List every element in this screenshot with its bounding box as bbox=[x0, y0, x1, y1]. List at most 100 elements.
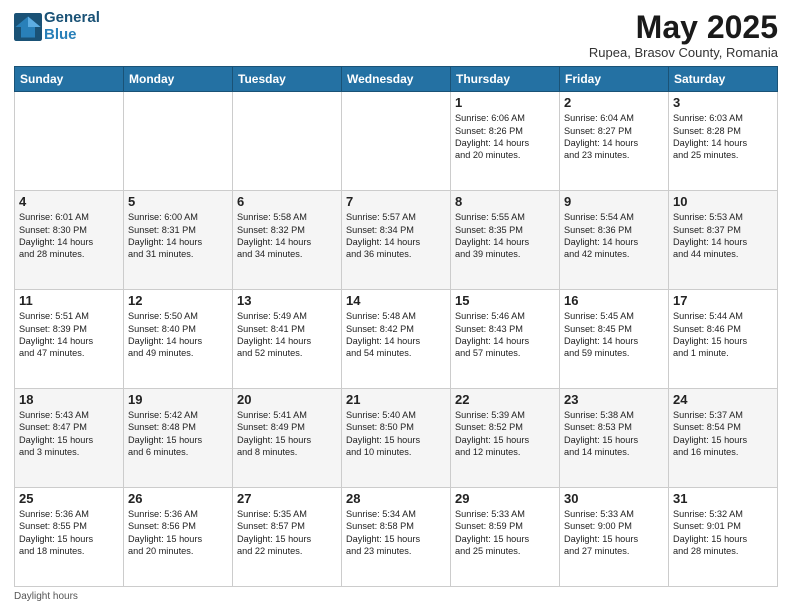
calendar-cell: 28 Sunrise: 5:34 AM Sunset: 8:58 PM Dayli… bbox=[342, 488, 451, 587]
col-wednesday: Wednesday bbox=[342, 67, 451, 92]
calendar-cell bbox=[233, 92, 342, 191]
day-number: 3 bbox=[673, 95, 773, 110]
day-number: 17 bbox=[673, 293, 773, 308]
header: General Blue May 2025 Rupea, Brasov Coun… bbox=[14, 10, 778, 60]
day-number: 4 bbox=[19, 194, 119, 209]
calendar-cell: 7 Sunrise: 5:57 AM Sunset: 8:34 PM Daylig… bbox=[342, 191, 451, 290]
calendar-cell: 2Sunrise: 6:04 AM Sunset: 8:27 PM Daylig… bbox=[560, 92, 669, 191]
calendar-cell: 23 Sunrise: 5:38 AM Sunset: 8:53 PM Dayli… bbox=[560, 389, 669, 488]
day-number: 22 bbox=[455, 392, 555, 407]
day-number: 19 bbox=[128, 392, 228, 407]
day-number: 6 bbox=[237, 194, 337, 209]
calendar-cell: 12 Sunrise: 5:50 AM Sunset: 8:40 PM Dayli… bbox=[124, 290, 233, 389]
calendar-cell: 22 Sunrise: 5:39 AM Sunset: 8:52 PM Dayli… bbox=[451, 389, 560, 488]
day-number: 9 bbox=[564, 194, 664, 209]
day-number: 23 bbox=[564, 392, 664, 407]
day-info: Sunrise: 5:49 AM Sunset: 8:41 PM Dayligh… bbox=[237, 310, 337, 360]
calendar-cell: 4 Sunrise: 6:01 AM Sunset: 8:30 PM Daylig… bbox=[15, 191, 124, 290]
calendar-cell bbox=[124, 92, 233, 191]
day-info: Sunrise: 5:57 AM Sunset: 8:34 PM Dayligh… bbox=[346, 211, 446, 261]
calendar-table: Sunday Monday Tuesday Wednesday Thursday… bbox=[14, 66, 778, 587]
day-info: Sunrise: 5:54 AM Sunset: 8:36 PM Dayligh… bbox=[564, 211, 664, 261]
week-row-3: 11 Sunrise: 5:51 AM Sunset: 8:39 PM Dayli… bbox=[15, 290, 778, 389]
day-number: 11 bbox=[19, 293, 119, 308]
col-monday: Monday bbox=[124, 67, 233, 92]
calendar-cell: 19 Sunrise: 5:42 AM Sunset: 8:48 PM Dayli… bbox=[124, 389, 233, 488]
day-number: 21 bbox=[346, 392, 446, 407]
day-info: Sunrise: 5:36 AM Sunset: 8:56 PM Dayligh… bbox=[128, 508, 228, 558]
day-info: Sunrise: 5:39 AM Sunset: 8:52 PM Dayligh… bbox=[455, 409, 555, 459]
day-info: Sunrise: 5:33 AM Sunset: 8:59 PM Dayligh… bbox=[455, 508, 555, 558]
month-title: May 2025 bbox=[589, 10, 778, 45]
day-info: Sunrise: 5:58 AM Sunset: 8:32 PM Dayligh… bbox=[237, 211, 337, 261]
day-number: 29 bbox=[455, 491, 555, 506]
day-info: Sunrise: 5:38 AM Sunset: 8:53 PM Dayligh… bbox=[564, 409, 664, 459]
day-info: Sunrise: 5:51 AM Sunset: 8:39 PM Dayligh… bbox=[19, 310, 119, 360]
col-saturday: Saturday bbox=[669, 67, 778, 92]
calendar-cell: 11 Sunrise: 5:51 AM Sunset: 8:39 PM Dayli… bbox=[15, 290, 124, 389]
header-row: Sunday Monday Tuesday Wednesday Thursday… bbox=[15, 67, 778, 92]
week-row-4: 18Sunrise: 5:43 AM Sunset: 8:47 PM Dayli… bbox=[15, 389, 778, 488]
calendar-cell bbox=[15, 92, 124, 191]
calendar-cell: 14 Sunrise: 5:48 AM Sunset: 8:42 PM Dayli… bbox=[342, 290, 451, 389]
day-info: Sunrise: 5:35 AM Sunset: 8:57 PM Dayligh… bbox=[237, 508, 337, 558]
day-number: 30 bbox=[564, 491, 664, 506]
calendar-cell: 6 Sunrise: 5:58 AM Sunset: 8:32 PM Daylig… bbox=[233, 191, 342, 290]
day-info: Sunrise: 5:48 AM Sunset: 8:42 PM Dayligh… bbox=[346, 310, 446, 360]
footer-note: Daylight hours bbox=[14, 591, 778, 602]
week-row-1: 1Sunrise: 6:06 AM Sunset: 8:26 PM Daylig… bbox=[15, 92, 778, 191]
col-sunday: Sunday bbox=[15, 67, 124, 92]
day-info: Sunrise: 5:45 AM Sunset: 8:45 PM Dayligh… bbox=[564, 310, 664, 360]
day-number: 14 bbox=[346, 293, 446, 308]
calendar-cell: 18Sunrise: 5:43 AM Sunset: 8:47 PM Dayli… bbox=[15, 389, 124, 488]
logo-text: General Blue bbox=[44, 10, 100, 43]
day-info: Sunrise: 6:00 AM Sunset: 8:31 PM Dayligh… bbox=[128, 211, 228, 261]
day-info: Sunrise: 6:01 AM Sunset: 8:30 PM Dayligh… bbox=[19, 211, 119, 261]
calendar-cell: 8 Sunrise: 5:55 AM Sunset: 8:35 PM Daylig… bbox=[451, 191, 560, 290]
day-number: 10 bbox=[673, 194, 773, 209]
day-info: Sunrise: 5:53 AM Sunset: 8:37 PM Dayligh… bbox=[673, 211, 773, 261]
day-info: Sunrise: 5:33 AM Sunset: 9:00 PM Dayligh… bbox=[564, 508, 664, 558]
calendar-cell: 15 Sunrise: 5:46 AM Sunset: 8:43 PM Dayli… bbox=[451, 290, 560, 389]
day-info: Sunrise: 5:32 AM Sunset: 9:01 PM Dayligh… bbox=[673, 508, 773, 558]
day-number: 7 bbox=[346, 194, 446, 209]
day-number: 18 bbox=[19, 392, 119, 407]
day-number: 26 bbox=[128, 491, 228, 506]
day-number: 20 bbox=[237, 392, 337, 407]
day-info: Sunrise: 5:36 AM Sunset: 8:55 PM Dayligh… bbox=[19, 508, 119, 558]
page: General Blue May 2025 Rupea, Brasov Coun… bbox=[0, 0, 792, 612]
day-info: Sunrise: 5:44 AM Sunset: 8:46 PM Dayligh… bbox=[673, 310, 773, 360]
day-info: Sunrise: 6:06 AM Sunset: 8:26 PM Dayligh… bbox=[455, 112, 555, 162]
day-number: 5 bbox=[128, 194, 228, 209]
day-info: Sunrise: 5:37 AM Sunset: 8:54 PM Dayligh… bbox=[673, 409, 773, 459]
day-info: Sunrise: 5:55 AM Sunset: 8:35 PM Dayligh… bbox=[455, 211, 555, 261]
day-number: 15 bbox=[455, 293, 555, 308]
day-number: 12 bbox=[128, 293, 228, 308]
calendar-cell: 21 Sunrise: 5:40 AM Sunset: 8:50 PM Dayli… bbox=[342, 389, 451, 488]
day-info: Sunrise: 5:46 AM Sunset: 8:43 PM Dayligh… bbox=[455, 310, 555, 360]
day-number: 13 bbox=[237, 293, 337, 308]
day-number: 8 bbox=[455, 194, 555, 209]
title-area: May 2025 Rupea, Brasov County, Romania bbox=[589, 10, 778, 60]
calendar-cell: 17 Sunrise: 5:44 AM Sunset: 8:46 PM Dayli… bbox=[669, 290, 778, 389]
calendar-cell: 25 Sunrise: 5:36 AM Sunset: 8:55 PM Dayli… bbox=[15, 488, 124, 587]
col-friday: Friday bbox=[560, 67, 669, 92]
day-info: Sunrise: 5:42 AM Sunset: 8:48 PM Dayligh… bbox=[128, 409, 228, 459]
day-info: Sunrise: 5:50 AM Sunset: 8:40 PM Dayligh… bbox=[128, 310, 228, 360]
calendar-cell: 16Sunrise: 5:45 AM Sunset: 8:45 PM Dayli… bbox=[560, 290, 669, 389]
week-row-2: 4 Sunrise: 6:01 AM Sunset: 8:30 PM Daylig… bbox=[15, 191, 778, 290]
day-number: 24 bbox=[673, 392, 773, 407]
day-info: Sunrise: 6:03 AM Sunset: 8:28 PM Dayligh… bbox=[673, 112, 773, 162]
calendar-cell: 24 Sunrise: 5:37 AM Sunset: 8:54 PM Dayli… bbox=[669, 389, 778, 488]
col-tuesday: Tuesday bbox=[233, 67, 342, 92]
calendar-cell: 31Sunrise: 5:32 AM Sunset: 9:01 PM Dayli… bbox=[669, 488, 778, 587]
day-info: Sunrise: 5:40 AM Sunset: 8:50 PM Dayligh… bbox=[346, 409, 446, 459]
day-number: 28 bbox=[346, 491, 446, 506]
subtitle: Rupea, Brasov County, Romania bbox=[589, 45, 778, 60]
calendar-cell: 13 Sunrise: 5:49 AM Sunset: 8:41 PM Dayli… bbox=[233, 290, 342, 389]
day-info: Sunrise: 6:04 AM Sunset: 8:27 PM Dayligh… bbox=[564, 112, 664, 162]
day-info: Sunrise: 5:34 AM Sunset: 8:58 PM Dayligh… bbox=[346, 508, 446, 558]
day-number: 25 bbox=[19, 491, 119, 506]
calendar-cell: 10 Sunrise: 5:53 AM Sunset: 8:37 PM Dayli… bbox=[669, 191, 778, 290]
calendar-cell: 9 Sunrise: 5:54 AM Sunset: 8:36 PM Daylig… bbox=[560, 191, 669, 290]
